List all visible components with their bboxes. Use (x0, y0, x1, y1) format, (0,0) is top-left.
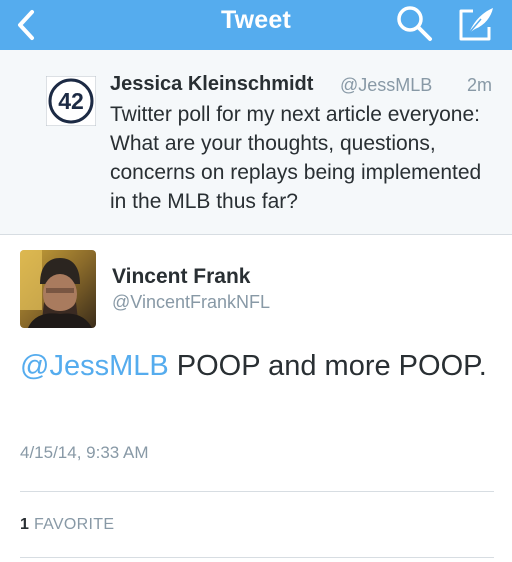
favorites-count: 1 (20, 516, 30, 533)
divider (20, 557, 494, 558)
parent-avatar[interactable]: 42 (45, 75, 97, 127)
parent-author-name[interactable]: Jessica Kleinschmidt (110, 73, 313, 96)
favorites-label: FAVORITE (33, 516, 115, 533)
parent-author-handle[interactable]: @JessMLB (340, 75, 432, 96)
page-title: Tweet (221, 6, 291, 34)
author-handle[interactable]: @VincentFrankNFL (112, 292, 270, 313)
author-avatar[interactable] (20, 250, 96, 328)
favorites-stat[interactable]: 1 FAVORITE (20, 516, 114, 534)
search-icon[interactable] (395, 4, 435, 44)
tweet-body: POOP and more POOP. (168, 350, 487, 382)
mention-link[interactable]: @JessMLB (20, 350, 169, 382)
tweet-timestamp: 4/15/14, 9:33 AM (20, 443, 149, 462)
avatar-jersey-number: 42 (58, 88, 84, 114)
author-name[interactable]: Vincent Frank (112, 265, 251, 289)
nav-bar: Tweet (0, 0, 512, 50)
parent-timestamp: 2m (466, 75, 492, 95)
parent-tweet-text: Twitter poll for my next article everyon… (110, 103, 482, 213)
parent-tweet[interactable]: 42 Jessica Kleinschmidt @JessMLB 2m Twit… (0, 50, 512, 235)
divider (20, 491, 494, 492)
tweet-text: @JessMLB POOP and more POOP. (20, 347, 490, 386)
compose-icon[interactable] (455, 3, 497, 45)
